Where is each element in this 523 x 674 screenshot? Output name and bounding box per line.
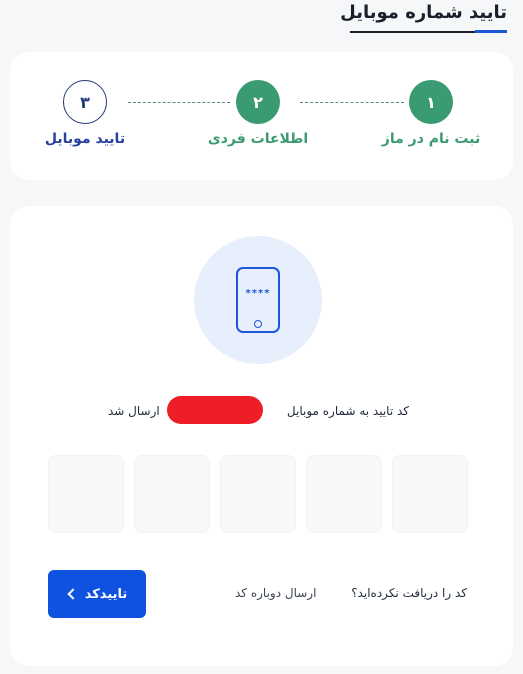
not-received-text: کد را دریافت نکرده‌اید؟ [351,586,467,600]
redacted-phone-number [167,396,263,424]
sent-message-suffix: ارسال شد [108,404,160,418]
step-3-label: تایید موبایل [44,131,126,147]
step-2-number: ۲ [253,92,263,112]
page-title: تایید شماره موبایل [340,2,507,23]
sent-message-prefix: کد تایید به شماره موبایل [286,404,409,418]
step-1-label: ثبت نام در ماز [381,131,481,147]
confirm-code-button[interactable]: تاییدکد [48,570,146,618]
code-input-3[interactable] [220,455,296,533]
code-input-2[interactable] [306,455,382,533]
title-underline-accent [475,30,507,33]
phone-icon-code: **** [245,288,271,299]
step-2-label: اطلاعات فردی [207,131,309,147]
code-input-1[interactable] [392,455,468,533]
step-connector-2 [128,102,230,103]
confirm-code-label: تاییدکد [84,586,128,602]
code-input-5[interactable] [48,455,124,533]
step-1-number: ۱ [426,92,436,112]
phone-icon-button [254,320,262,328]
step-connector-1 [300,102,404,103]
step-3-circle: ۳ [63,80,107,124]
resend-code-link[interactable]: ارسال دوباره کد [235,586,316,600]
chevron-left-icon [67,588,79,600]
step-2-circle: ۲ [236,80,280,124]
step-1-circle: ۱ [409,80,453,124]
step-3-number: ۳ [80,92,90,112]
code-input-4[interactable] [134,455,210,533]
